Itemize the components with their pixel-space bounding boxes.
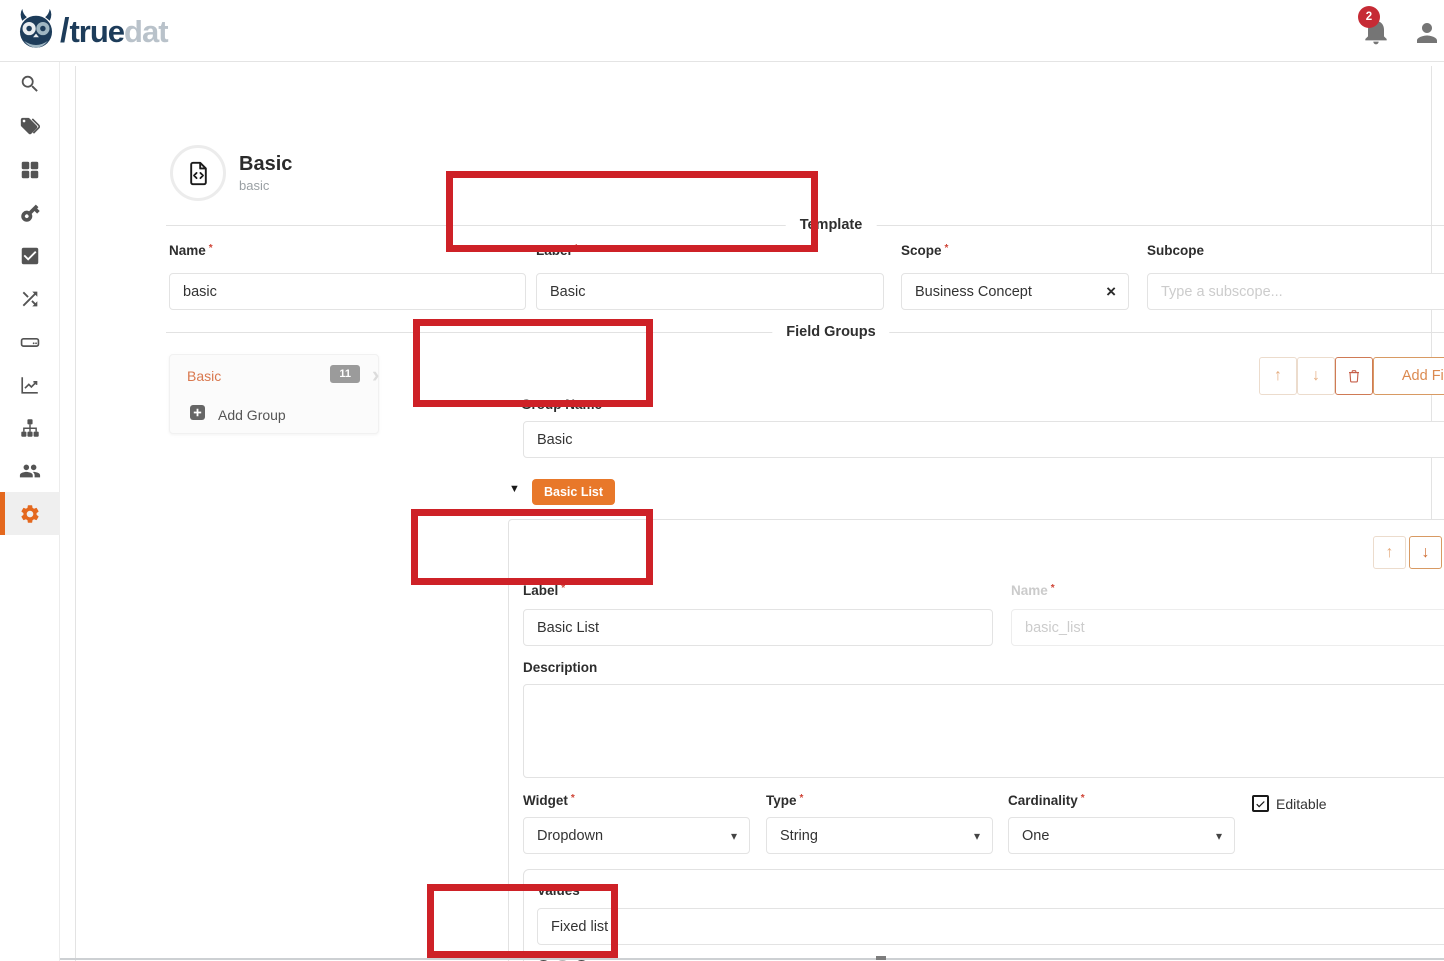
- widget-select[interactable]: Dropdown ▾: [523, 817, 750, 854]
- sidebar-item-dashboards[interactable]: [0, 148, 60, 191]
- field-groups-heading: Field Groups: [772, 324, 889, 340]
- brand-text: /truedat: [60, 12, 168, 51]
- label-label: Label: [536, 243, 578, 258]
- template-avatar: [170, 145, 226, 201]
- editable-label: Editable: [1276, 796, 1327, 812]
- trash-icon: [1346, 368, 1362, 384]
- field-move-up-button[interactable]: ↑: [1373, 536, 1406, 569]
- notification-count-badge: 2: [1358, 6, 1380, 28]
- field-label-input[interactable]: [523, 609, 993, 646]
- field-name-input: [1011, 609, 1444, 646]
- left-sidebar: [0, 62, 60, 961]
- chart-icon: [19, 374, 41, 396]
- arrow-down-icon: ↓: [1312, 367, 1320, 385]
- truedat-logo[interactable]: /truedat: [14, 8, 168, 54]
- values-label: Values: [537, 883, 587, 898]
- key-icon: [19, 202, 41, 224]
- users-icon: [19, 460, 41, 482]
- scope-clear-icon[interactable]: ×: [1106, 282, 1116, 302]
- arrow-down-icon: ↓: [1422, 544, 1430, 562]
- checkbox-icon: [19, 245, 41, 267]
- group-name-label: Group Name: [521, 397, 602, 412]
- page-subtitle: basic: [239, 178, 269, 193]
- top-header: /truedat 2: [0, 0, 1444, 62]
- template-section-divider: Template: [166, 225, 1444, 226]
- check-icon: [1254, 797, 1267, 810]
- group-move-down-button[interactable]: ↓: [1297, 357, 1335, 395]
- field-name-label: Name: [1011, 583, 1055, 598]
- template-name-input[interactable]: [169, 273, 526, 310]
- type-label: Type: [766, 793, 803, 808]
- cardinality-select[interactable]: One ▾: [1008, 817, 1235, 854]
- group-field-count-badge: 11: [330, 365, 360, 383]
- scope-value: Business Concept: [915, 284, 1032, 300]
- hierarchy-icon: [19, 417, 41, 439]
- plus-icon: [190, 405, 205, 425]
- sidebar-item-quality[interactable]: [0, 234, 60, 277]
- sidebar-item-permissions[interactable]: [0, 191, 60, 234]
- editable-checkbox[interactable]: [1252, 795, 1269, 812]
- grid-icon: [19, 159, 41, 181]
- values-type-value: Fixed list: [551, 919, 608, 935]
- sidebar-item-glossary[interactable]: [0, 105, 60, 148]
- main-content: Basic basic Template Name Label Scope Bu…: [75, 66, 1432, 961]
- sidebar-item-search[interactable]: [0, 62, 60, 105]
- cardinality-value: One: [1022, 828, 1049, 844]
- sidebar-item-structures[interactable]: [0, 406, 60, 449]
- field-groups-divider: Field Groups: [166, 332, 1444, 333]
- group-move-up-button[interactable]: ↑: [1259, 357, 1297, 395]
- tag-icon: [19, 116, 41, 138]
- field-tag-basic-list[interactable]: Basic List: [532, 479, 615, 505]
- widget-value: Dropdown: [537, 828, 603, 844]
- sidebar-item-lineage[interactable]: [0, 277, 60, 320]
- add-group-label: Add Group: [218, 407, 286, 423]
- add-field-button[interactable]: Add Field: [1373, 357, 1444, 395]
- cardinality-label: Cardinality: [1008, 793, 1085, 808]
- owl-logo-icon: [14, 7, 58, 56]
- arrow-up-icon: ↑: [1274, 367, 1282, 385]
- field-label-label: Label: [523, 583, 565, 598]
- sidebar-item-data-sources[interactable]: [0, 320, 60, 363]
- storage-icon: [19, 331, 41, 353]
- value-option-row: Opción 1: [536, 957, 660, 961]
- groups-panel: Basic 11 Add Group: [169, 354, 379, 434]
- template-label-input[interactable]: [536, 273, 884, 310]
- search-icon: [19, 73, 41, 95]
- shuffle-icon: [19, 288, 41, 310]
- file-code-icon: [185, 160, 212, 187]
- values-type-select[interactable]: Fixed list ▾: [537, 908, 1444, 945]
- sidebar-item-insights[interactable]: [0, 363, 60, 406]
- subscope-label: Subcope: [1147, 243, 1204, 258]
- group-delete-button[interactable]: [1335, 357, 1373, 395]
- group-name-input[interactable]: [523, 421, 1444, 458]
- sidebar-item-users[interactable]: [0, 449, 60, 492]
- gear-icon: [19, 503, 41, 525]
- type-select[interactable]: String ▾: [766, 817, 993, 854]
- caret-down-icon: ▾: [974, 829, 980, 843]
- name-label: Name: [169, 243, 213, 258]
- user-avatar-icon[interactable]: [1412, 18, 1442, 53]
- arrow-up-icon: ↑: [1386, 544, 1394, 562]
- type-value: String: [780, 828, 818, 844]
- add-group-button[interactable]: Add Group: [170, 396, 378, 434]
- app-root: /truedat 2: [0, 0, 1444, 961]
- sidebar-item-settings[interactable]: [0, 492, 60, 535]
- caret-down-icon: ▾: [1216, 829, 1222, 843]
- description-label: Description: [523, 660, 597, 675]
- collapse-caret-icon[interactable]: ▼: [509, 483, 520, 495]
- caret-down-icon: ▾: [731, 829, 737, 843]
- template-section-heading: Template: [786, 217, 877, 233]
- horizontal-scrollbar-track[interactable]: [0, 958, 1444, 960]
- scope-select[interactable]: Business Concept ×: [901, 273, 1129, 310]
- description-textarea[interactable]: [523, 684, 1444, 778]
- group-list-item[interactable]: Basic 11: [170, 355, 378, 396]
- horizontal-scrollbar-thumb[interactable]: [876, 956, 886, 960]
- group-item-name: Basic: [187, 368, 221, 384]
- chevron-right-icon: ›: [372, 362, 379, 388]
- widget-label: Widget: [523, 793, 575, 808]
- subscope-input[interactable]: [1147, 273, 1444, 310]
- field-move-down-button[interactable]: ↓: [1409, 536, 1442, 569]
- scope-label: Scope: [901, 243, 948, 258]
- page-title: Basic: [239, 153, 292, 176]
